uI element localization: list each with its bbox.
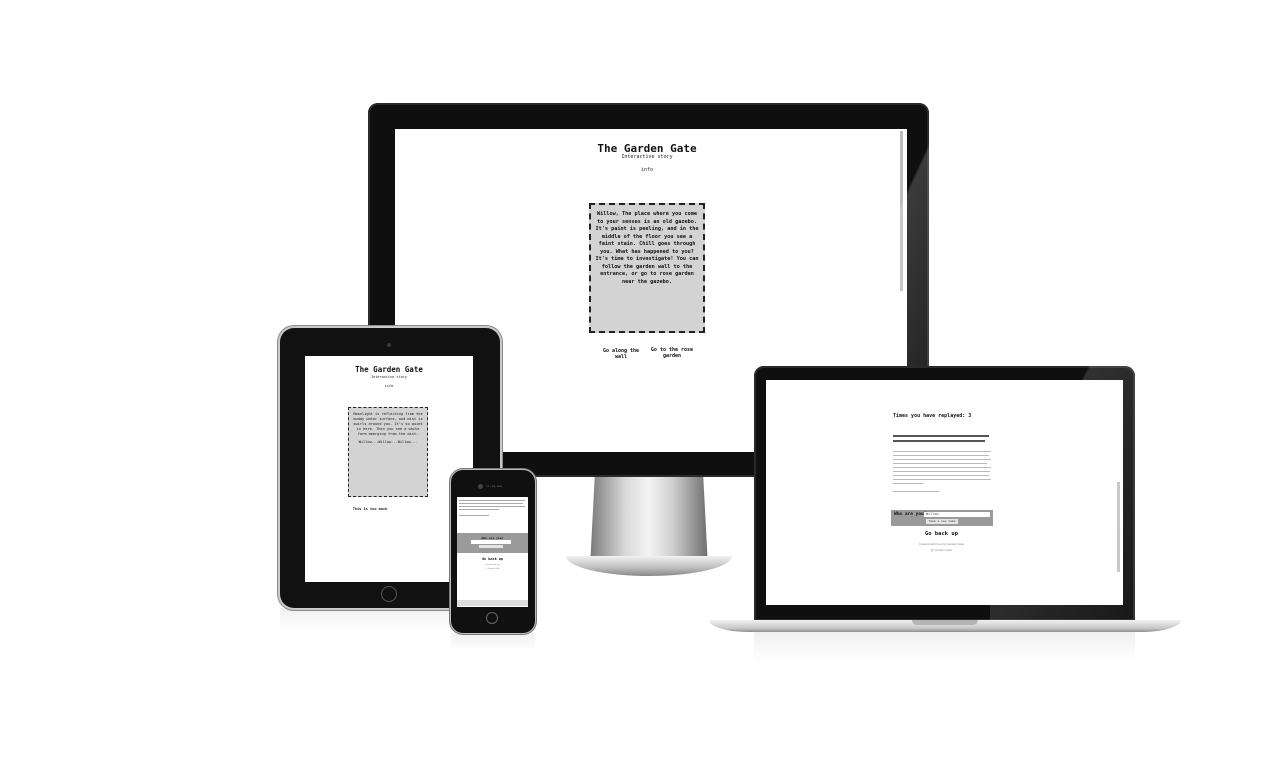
footer-copyright: @ Garden Gate (485, 568, 500, 570)
page-title: The Garden Gate (355, 365, 423, 374)
go-back-up-link[interactable]: Go back up (457, 557, 528, 561)
footer-credit: Created with love (484, 564, 501, 566)
replay-counter: Times you have replayed: 3 (893, 413, 972, 419)
text-line (893, 467, 991, 468)
submit-name-button[interactable]: Take a new name (926, 519, 958, 524)
name-input[interactable]: Willow (924, 512, 990, 517)
phone-address-bar: ci-sg.edu (486, 484, 503, 488)
text-line (459, 500, 525, 501)
text-line (893, 440, 985, 442)
choice-too-much[interactable]: This is too much (349, 507, 391, 512)
tablet-screen: The Garden Gate Interactive story info M… (305, 356, 473, 582)
story-paragraph: Moonlight is reflecting from the muddy w… (353, 412, 423, 436)
choice-rose-garden[interactable]: Go to the rose garden (647, 347, 697, 359)
phone-reflection (451, 633, 535, 651)
phone-screen: Who are you? Go back up Created with lov… (457, 497, 528, 607)
name-form: Who are you?: Willow Take a new name (891, 510, 993, 526)
text-line (893, 475, 989, 476)
text-line (893, 491, 939, 492)
text-line (893, 459, 991, 460)
text-line (893, 451, 991, 452)
text-line (893, 435, 989, 437)
laptop-reflection (754, 632, 1135, 662)
phone-toolbar (457, 600, 528, 606)
text-line (459, 509, 499, 510)
text-line (893, 463, 987, 464)
text-line (459, 515, 489, 516)
phone-camera (478, 484, 483, 489)
tablet-home-button[interactable] (381, 586, 397, 602)
submit-name-button[interactable] (479, 545, 503, 548)
text-line (459, 506, 525, 507)
text-line (893, 455, 989, 456)
story-text-box: Moonlight is reflecting from the muddy w… (348, 407, 428, 497)
name-form: Who are you? (457, 533, 528, 553)
tablet-camera (387, 343, 391, 347)
laptop-glare (990, 366, 1135, 621)
text-line (459, 503, 523, 504)
name-input[interactable] (471, 540, 511, 544)
story-call: Willow...Willow...Willow... (358, 440, 418, 444)
story-text-box: Willow, The place where you come to your… (589, 203, 705, 333)
text-line (893, 483, 923, 484)
page-subtitle: Interactive story (371, 375, 407, 379)
choice-go-along-wall[interactable]: Go along the wall (599, 348, 643, 360)
monitor-stand-base (566, 556, 732, 576)
phone-home-button[interactable] (486, 612, 498, 624)
info-link[interactable]: info (305, 384, 473, 388)
text-line (893, 471, 990, 472)
text-line (893, 479, 991, 480)
laptop-notch (912, 620, 978, 625)
